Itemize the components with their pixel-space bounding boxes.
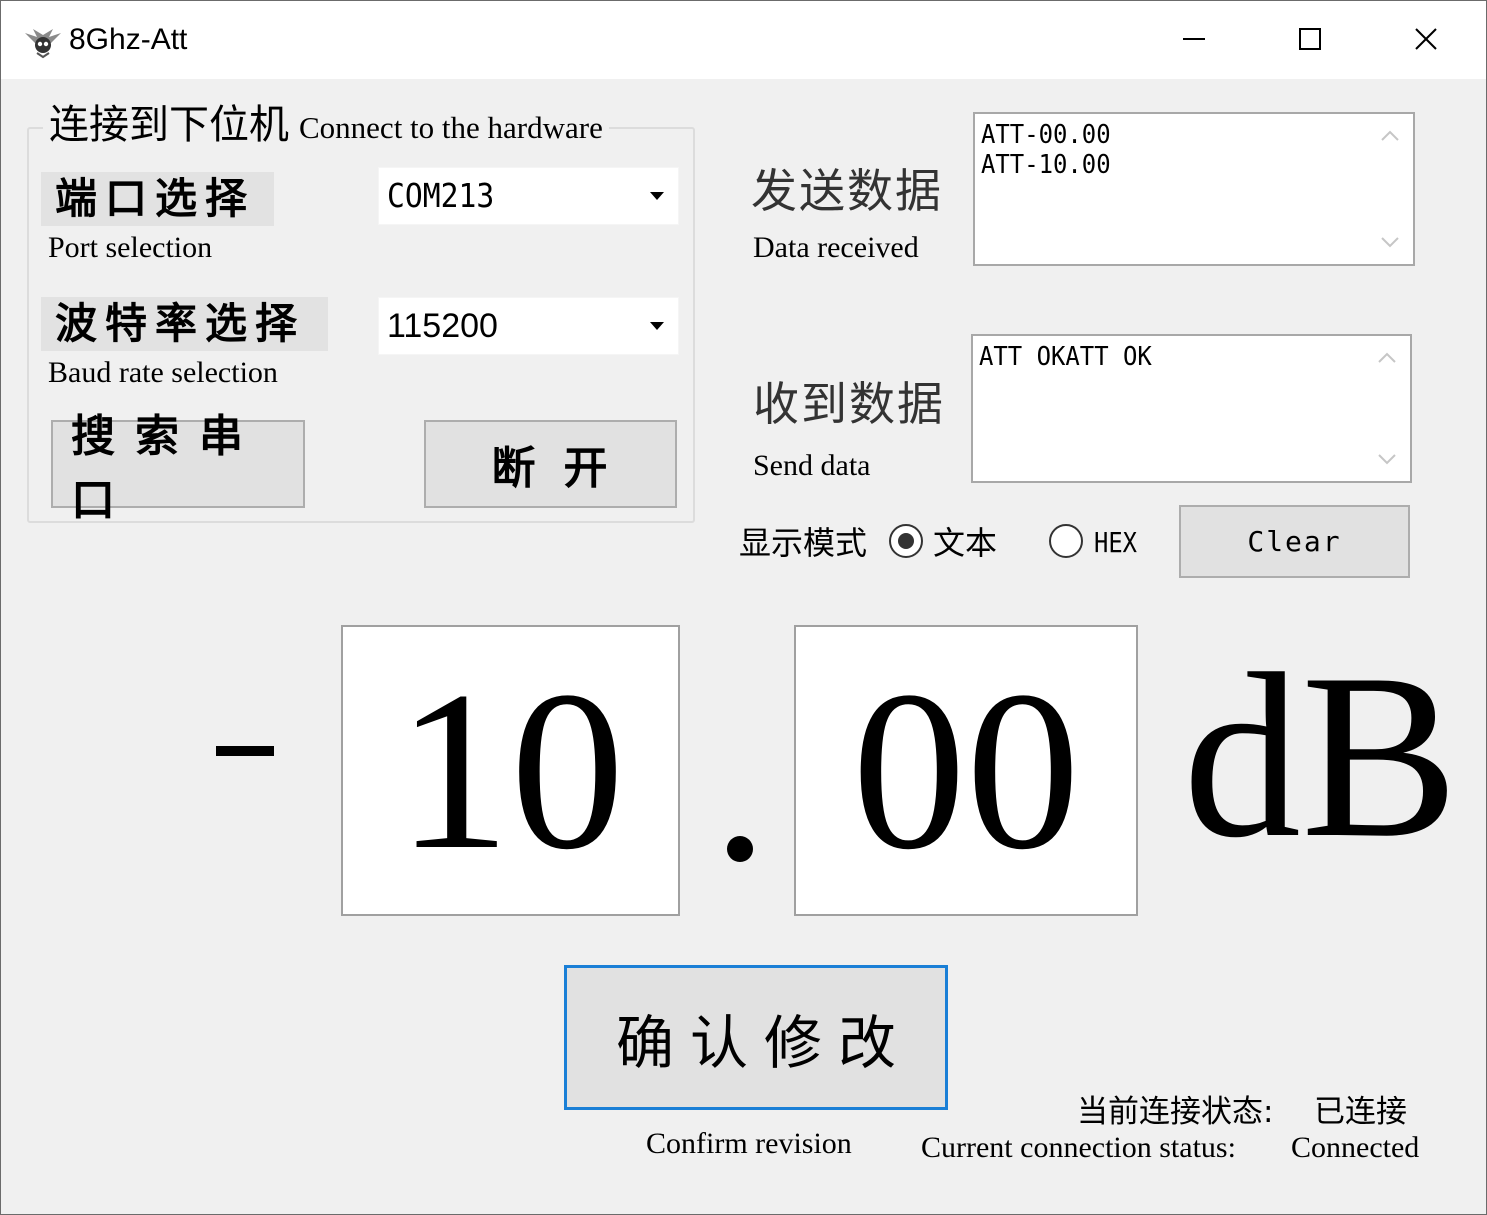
receive-data-label-en: Send data [753, 449, 871, 482]
baud-select-value: 115200 [387, 307, 498, 345]
radio-text-mode[interactable] [889, 524, 923, 558]
minimize-button[interactable] [1137, 1, 1253, 79]
app-window: 8Ghz-Att 连接到下位机 Connect to the hardware … [0, 0, 1487, 1215]
close-button[interactable] [1369, 1, 1485, 79]
connection-group-title: 连接到下位机 Connect to the hardware [43, 101, 609, 152]
confirm-caption: Confirm revision [646, 1127, 852, 1160]
baud-label-en: Baud rate selection [48, 356, 278, 389]
chevron-down-icon [650, 322, 664, 330]
send-data-textbox[interactable]: ATT-00.00 ATT-10.00 [973, 112, 1415, 266]
scroll-up-icon[interactable] [1380, 130, 1400, 142]
port-select-value: COM213 [387, 176, 495, 215]
radio-selected-dot [898, 533, 914, 549]
client-area: 连接到下位机 Connect to the hardware 端口选择 Port… [1, 79, 1486, 1214]
maximize-icon [1299, 28, 1321, 50]
search-port-button[interactable]: 搜索串口 [51, 411, 305, 526]
receive-data-label-cn: 收到数据 [753, 377, 945, 431]
app-icon [23, 23, 63, 59]
send-data-scrollbar[interactable] [1369, 114, 1413, 264]
baud-select[interactable]: 115200 [378, 297, 679, 355]
status-value-cn: 已连接 [1314, 1094, 1407, 1130]
port-select[interactable]: COM213 [378, 167, 679, 225]
window-title: 8Ghz-Att [69, 23, 188, 56]
port-dropdown-arrow[interactable] [636, 168, 678, 224]
port-label-cn: 端口选择 [41, 172, 274, 226]
port-label-en: Port selection [48, 231, 213, 264]
status-label-cn: 当前连接状态: [1077, 1094, 1274, 1130]
title-bar: 8Ghz-Att [1, 1, 1486, 79]
baud-dropdown-arrow[interactable] [636, 298, 678, 354]
radio-hex-label[interactable]: HEX [1094, 523, 1137, 563]
maximize-button[interactable] [1253, 1, 1369, 79]
scroll-up-icon[interactable] [1377, 352, 1397, 364]
attenuation-decimal-field[interactable]: 00 [794, 625, 1138, 916]
group-title-en: Connect to the hardware [299, 110, 603, 145]
status-label-en: Current connection status: [921, 1131, 1236, 1164]
receive-data-content: ATT OKATT OK [979, 342, 1152, 372]
receive-data-scrollbar[interactable] [1366, 336, 1410, 481]
send-data-label-en: Data received [753, 231, 919, 264]
disconnect-button[interactable]: 断开 [424, 420, 677, 508]
status-value-en: Connected [1291, 1131, 1420, 1164]
send-data-content: ATT-00.00 ATT-10.00 [981, 120, 1111, 180]
display-mode-label: 显示模式 [739, 524, 868, 562]
send-data-label-cn: 发送数据 [751, 164, 943, 218]
attenuation-integer-field[interactable]: 10 [341, 625, 680, 916]
attenuation-sign [216, 746, 274, 756]
baud-label-cn: 波特率选择 [41, 297, 328, 351]
attenuation-unit: dB [1183, 626, 1459, 887]
chevron-down-icon [650, 192, 664, 200]
decimal-point [727, 836, 753, 862]
clear-button[interactable]: Clear [1179, 505, 1410, 578]
radio-hex-mode[interactable] [1049, 524, 1083, 558]
receive-data-textbox[interactable]: ATT OKATT OK [971, 334, 1412, 483]
group-title-cn: 连接到下位机 [49, 102, 289, 147]
confirm-revision-button[interactable]: 确认修改 [564, 965, 948, 1110]
radio-text-label[interactable]: 文本 [933, 523, 997, 563]
scroll-down-icon[interactable] [1377, 453, 1397, 465]
minimize-icon [1183, 38, 1205, 40]
close-icon [1415, 28, 1437, 50]
scroll-down-icon[interactable] [1380, 236, 1400, 248]
